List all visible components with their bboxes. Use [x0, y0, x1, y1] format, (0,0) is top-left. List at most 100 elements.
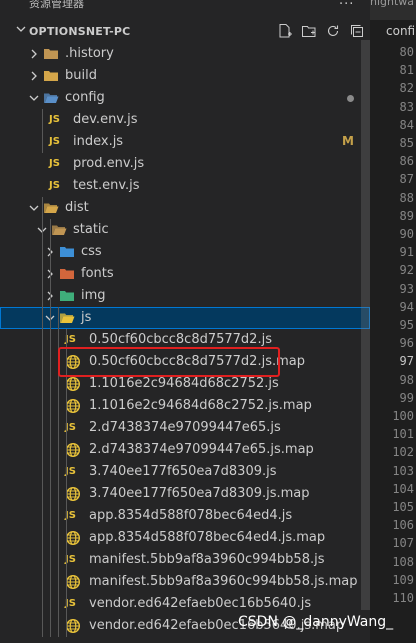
tree-file-row[interactable]: JS index.js M: [0, 131, 370, 153]
explorer-scrollbar[interactable]: [361, 40, 370, 610]
chevron-right-icon[interactable]: [29, 71, 39, 81]
tree-file-row[interactable]: JS test.env.js: [0, 175, 370, 197]
line-number: 86: [399, 154, 414, 169]
tree-folder-dist[interactable]: dist: [0, 197, 370, 219]
line-number: 88: [399, 190, 414, 205]
line-number: 87: [399, 172, 414, 187]
tree-file-row[interactable]: JS manifest.5bb9af8a3960c994bb58.js: [0, 549, 370, 571]
highlight-box: [58, 347, 280, 377]
folder-js-icon: [59, 310, 75, 326]
map-file-icon: [65, 442, 81, 458]
js-file-icon: JS: [65, 422, 76, 433]
tree-folder-history[interactable]: .history: [0, 43, 370, 65]
tree-file-row[interactable]: JS 2.d7438374e97099447e65.js: [0, 417, 370, 439]
folder-dist-icon: [43, 200, 59, 216]
tree-folder-css[interactable]: css: [0, 241, 370, 263]
map-file-icon: [65, 530, 81, 546]
tree-file-row[interactable]: 1.1016e2c94684d68c2752.js.map: [0, 395, 370, 417]
new-folder-icon[interactable]: [301, 23, 317, 39]
explorer-actions: [277, 23, 365, 39]
tree-item-label: fonts: [81, 266, 114, 281]
title-bar: 资源管理器 ...: [0, 0, 416, 14]
line-number: 85: [399, 136, 414, 150]
line-number: 94: [399, 299, 414, 314]
collapse-all-icon[interactable]: [349, 23, 365, 39]
line-number: 100: [392, 409, 414, 423]
tree-item-label: dev.env.js: [73, 112, 138, 127]
editor-tab-current-label: confi: [386, 24, 416, 38]
tree-item-label: 3.740ee177f650ea7d8309.js: [89, 464, 277, 479]
refresh-icon[interactable]: [325, 23, 341, 39]
tree-item-label: 3.740ee177f650ea7d8309.js.map: [89, 486, 310, 501]
line-number: 81: [399, 63, 414, 78]
tree-folder-build[interactable]: build: [0, 65, 370, 87]
tree-item-label: config: [65, 90, 105, 105]
tree-item-label: test.env.js: [73, 178, 140, 193]
tree-folder-js[interactable]: js: [0, 307, 370, 329]
tree-file-row[interactable]: JS vendor.ed642efaeb0ec16b5640.js: [0, 593, 370, 615]
tree-item-label: prod.env.js: [73, 156, 145, 171]
chevron-down-icon[interactable]: [29, 203, 39, 213]
line-number: 82: [399, 81, 414, 96]
tree-folder-config[interactable]: config: [0, 87, 370, 109]
tree-file-row[interactable]: JS prod.env.js: [0, 153, 370, 175]
js-file-icon: JS: [65, 510, 76, 521]
tree-item-label: build: [65, 68, 97, 83]
tree-item-label: 1.1016e2c94684d68c2752.js.map: [89, 398, 312, 413]
tree-file-row[interactable]: JS dev.env.js: [0, 109, 370, 131]
watermark: CSDN @_dannyWang_: [238, 614, 394, 630]
folder-static-icon: [51, 222, 67, 238]
line-number: 91: [399, 245, 414, 260]
tree-item-label: .history: [65, 46, 114, 61]
chevron-down-icon[interactable]: [29, 93, 39, 103]
tree-item-label: js: [81, 310, 92, 325]
line-number: 104: [392, 481, 414, 496]
tree-file-row[interactable]: 2.d7438374e97099447e65.js.map: [0, 439, 370, 461]
modified-dot-icon: [347, 95, 354, 102]
tree-folder-fonts[interactable]: fonts: [0, 263, 370, 285]
tree-file-row[interactable]: app.8354d588f078bec64ed4.js.map: [0, 527, 370, 549]
tree-file-row[interactable]: JS app.8354d588f078bec64ed4.js: [0, 505, 370, 527]
line-number: 108: [392, 554, 414, 569]
tree-folder-img[interactable]: img: [0, 285, 370, 307]
new-file-icon[interactable]: [277, 23, 293, 39]
line-number: 105: [392, 500, 414, 514]
more-actions-button[interactable]: ...: [339, 0, 354, 8]
indent-guide: [50, 219, 51, 637]
map-file-icon: [65, 376, 81, 392]
js-file-icon: JS: [65, 554, 76, 565]
line-number: 102: [392, 445, 414, 460]
line-number: 103: [392, 463, 414, 478]
tree-file-row[interactable]: JS 3.740ee177f650ea7d8309.js: [0, 461, 370, 483]
editor-tab-previous[interactable]: nightwa: [370, 0, 414, 8]
line-number: 107: [392, 536, 414, 551]
folder-fonts-icon: [59, 266, 75, 282]
tree-folder-static[interactable]: static: [0, 219, 370, 241]
line-number: 99: [399, 390, 414, 405]
line-number: 106: [392, 518, 414, 533]
tree-file-row[interactable]: 3.740ee177f650ea7d8309.js.map: [0, 483, 370, 505]
chevron-right-icon[interactable]: [29, 49, 39, 59]
folder-build-icon: [43, 68, 59, 84]
line-number: 101: [392, 427, 414, 442]
js-file-icon: JS: [49, 158, 60, 169]
js-file-icon: JS: [49, 136, 60, 147]
editor-tab-strip: nightwa confi: [370, 0, 416, 43]
indent-guide: [42, 109, 43, 153]
folder-config-icon: [43, 90, 59, 106]
line-number: 93: [399, 281, 414, 296]
editor-tab-current[interactable]: confi: [370, 20, 416, 43]
line-number: 90: [399, 227, 414, 241]
tree-file-row[interactable]: manifest.5bb9af8a3960c994bb58.js.map: [0, 571, 370, 593]
js-file-icon: JS: [49, 114, 60, 125]
tree-item-label: img: [81, 288, 106, 303]
line-number: 98: [399, 372, 414, 387]
explorer-panel: OPTIONSNET-PC .history build config JS dev.e…: [0, 0, 370, 643]
map-file-icon: [65, 618, 81, 634]
workspace-name: OPTIONSNET-PC: [29, 25, 131, 38]
tree-item-label: static: [73, 222, 109, 237]
explorer-section-header[interactable]: OPTIONSNET-PC: [0, 21, 370, 43]
git-modified-badge: M: [342, 134, 354, 148]
tree-item-label: app.8354d588f078bec64ed4.js.map: [89, 530, 326, 545]
tree-item-label: 0.50cf60cbcc8c8d7577d2.js: [89, 332, 272, 347]
